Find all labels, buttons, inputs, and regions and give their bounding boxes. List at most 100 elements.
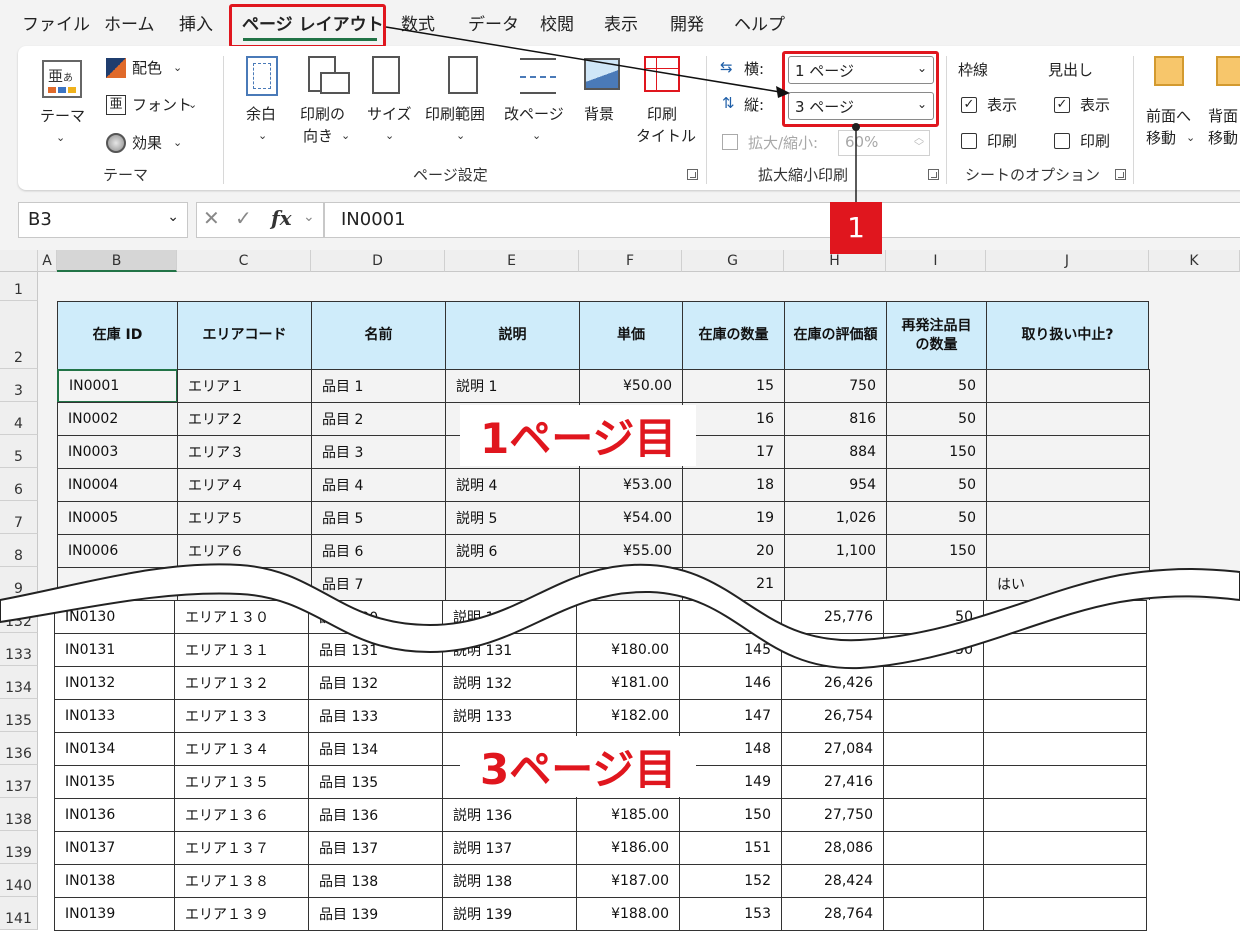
- cell-quantity[interactable]: 21: [682, 567, 785, 600]
- cell-inventory-id[interactable]: IN0132: [54, 666, 175, 700]
- cell-description[interactable]: 説明 137: [442, 831, 577, 865]
- cancel-icon[interactable]: ✕: [203, 206, 220, 230]
- cell-value[interactable]: 27,750: [781, 798, 884, 832]
- send-backward-button[interactable]: 背面: [1208, 106, 1238, 126]
- scale-launcher-icon[interactable]: [928, 169, 939, 180]
- cell-description[interactable]: 説明 5: [445, 501, 580, 535]
- cell-unit-price[interactable]: ¥55.00: [579, 534, 683, 568]
- row-header[interactable]: 8: [0, 534, 38, 567]
- cell-area-code[interactable]: エリア１３０: [174, 600, 309, 634]
- headings-view-checkbox[interactable]: ✓: [1054, 97, 1070, 113]
- cell-discontinued[interactable]: [983, 831, 1147, 865]
- cell-name[interactable]: 品目 132: [308, 666, 443, 700]
- cell-area-code[interactable]: エリア１３６: [174, 798, 309, 832]
- row-header[interactable]: 138: [0, 798, 38, 831]
- cell-inventory-id[interactable]: IN0004: [57, 468, 178, 502]
- cell-inventory-id[interactable]: IN0133: [54, 699, 175, 733]
- cell-discontinued[interactable]: [983, 798, 1147, 832]
- print-titles-button[interactable]: 印刷: [647, 104, 677, 124]
- page-setup-launcher-icon[interactable]: [687, 169, 698, 180]
- cell-discontinued[interactable]: [986, 501, 1150, 535]
- cell-reorder-qty[interactable]: [883, 864, 984, 898]
- cell-name[interactable]: 品目 2: [311, 402, 446, 436]
- cell-description[interactable]: 説明 138: [442, 864, 577, 898]
- col-header-i[interactable]: I: [886, 250, 986, 272]
- tab-home[interactable]: ホーム: [104, 10, 155, 35]
- col-header-d[interactable]: D: [311, 250, 445, 272]
- row-header[interactable]: 4: [0, 402, 38, 435]
- background-button[interactable]: 背景: [584, 104, 614, 124]
- row-header[interactable]: 3: [0, 369, 38, 402]
- cell-inventory-id[interactable]: IN0006: [57, 534, 178, 568]
- cell-quantity[interactable]: 19: [682, 501, 785, 535]
- cell-reorder-qty[interactable]: 150: [886, 534, 987, 568]
- print-area-button[interactable]: 印刷範囲: [425, 104, 485, 124]
- row-header[interactable]: 141: [0, 897, 38, 930]
- cell-quantity[interactable]: 20: [682, 534, 785, 568]
- col-header-e[interactable]: E: [445, 250, 579, 272]
- cell-area-code[interactable]: エリア１３１: [174, 633, 309, 667]
- cell-area-code[interactable]: エリア１３８: [174, 864, 309, 898]
- row-header[interactable]: 137: [0, 765, 38, 798]
- cell-area-code[interactable]: エリア１: [177, 369, 312, 403]
- cell-unit-price[interactable]: ¥188.00: [576, 897, 680, 931]
- cell-unit-price[interactable]: ¥54.00: [579, 501, 683, 535]
- col-header-b[interactable]: B: [57, 250, 177, 272]
- cell-discontinued[interactable]: [983, 699, 1147, 733]
- cell-inventory-id[interactable]: IN0001: [57, 369, 178, 403]
- cell-name[interactable]: 品目 130: [308, 600, 443, 634]
- tab-formulas[interactable]: 数式: [401, 10, 435, 35]
- row-header[interactable]: 6: [0, 468, 38, 501]
- cell-inventory-id[interactable]: IN0005: [57, 501, 178, 535]
- cell-value[interactable]: 954: [784, 468, 887, 502]
- row-header[interactable]: 139: [0, 831, 38, 864]
- bring-forward-button[interactable]: 前面へ: [1146, 106, 1191, 126]
- cell-area-code[interactable]: エリア３: [177, 435, 312, 469]
- cell-unit-price[interactable]: ¥186.00: [576, 831, 680, 865]
- cell-value[interactable]: 816: [784, 402, 887, 436]
- scale-spinner[interactable]: 60% ︿ ﹀: [838, 130, 930, 156]
- cell-reorder-qty[interactable]: 50: [883, 633, 984, 667]
- cell-name[interactable]: 品目 137: [308, 831, 443, 865]
- row-header[interactable]: 1: [0, 272, 38, 301]
- cell-name[interactable]: 品目 136: [308, 798, 443, 832]
- row-header[interactable]: 2: [0, 301, 38, 369]
- enter-icon[interactable]: ✓: [235, 206, 252, 230]
- gridlines-print-checkbox[interactable]: [961, 133, 977, 149]
- cell-inventory-id[interactable]: IN0139: [54, 897, 175, 931]
- col-header-a[interactable]: A: [38, 250, 57, 272]
- row-header[interactable]: 5: [0, 435, 38, 468]
- cell-reorder-qty[interactable]: [883, 666, 984, 700]
- cell-name[interactable]: 品目 131: [308, 633, 443, 667]
- cell-discontinued[interactable]: [983, 633, 1147, 667]
- cell-area-code[interactable]: エリア１３９: [174, 897, 309, 931]
- cell-reorder-qty[interactable]: 50: [886, 402, 987, 436]
- cell-reorder-qty[interactable]: [883, 897, 984, 931]
- cell-description[interactable]: [445, 567, 580, 600]
- colors-button[interactable]: 配色: [132, 58, 162, 78]
- cell-discontinued[interactable]: [983, 765, 1147, 799]
- cell-name[interactable]: 品目 7: [311, 567, 446, 600]
- cell-reorder-qty[interactable]: 150: [886, 435, 987, 469]
- name-box[interactable]: B3 ⌄: [18, 202, 188, 238]
- cell-inventory-id[interactable]: IN0135: [54, 765, 175, 799]
- cell-name[interactable]: 品目 3: [311, 435, 446, 469]
- effects-button[interactable]: 効果: [132, 133, 162, 153]
- col-header-j[interactable]: J: [986, 250, 1149, 272]
- cell-unit-price[interactable]: [576, 600, 680, 634]
- cell-quantity[interactable]: 16: [682, 402, 785, 436]
- cell-reorder-qty[interactable]: [883, 831, 984, 865]
- cell-description[interactable]: 説明 132: [442, 666, 577, 700]
- cell-discontinued[interactable]: はい: [986, 567, 1150, 600]
- cell-area-code[interactable]: エリア５: [177, 501, 312, 535]
- cell-quantity[interactable]: 153: [679, 897, 782, 931]
- cell-unit-price[interactable]: ¥180.00: [576, 633, 680, 667]
- cell-name[interactable]: 品目 134: [308, 732, 443, 766]
- gridlines-view-checkbox[interactable]: ✓: [961, 97, 977, 113]
- cell-discontinued[interactable]: [983, 666, 1147, 700]
- cell-unit-price[interactable]: ¥182.00: [576, 699, 680, 733]
- cell-unit-price[interactable]: ¥185.00: [576, 798, 680, 832]
- cell-description[interactable]: 説明 1: [445, 369, 580, 403]
- cell-value[interactable]: 26,100: [781, 633, 884, 667]
- cell-reorder-qty[interactable]: 50: [886, 501, 987, 535]
